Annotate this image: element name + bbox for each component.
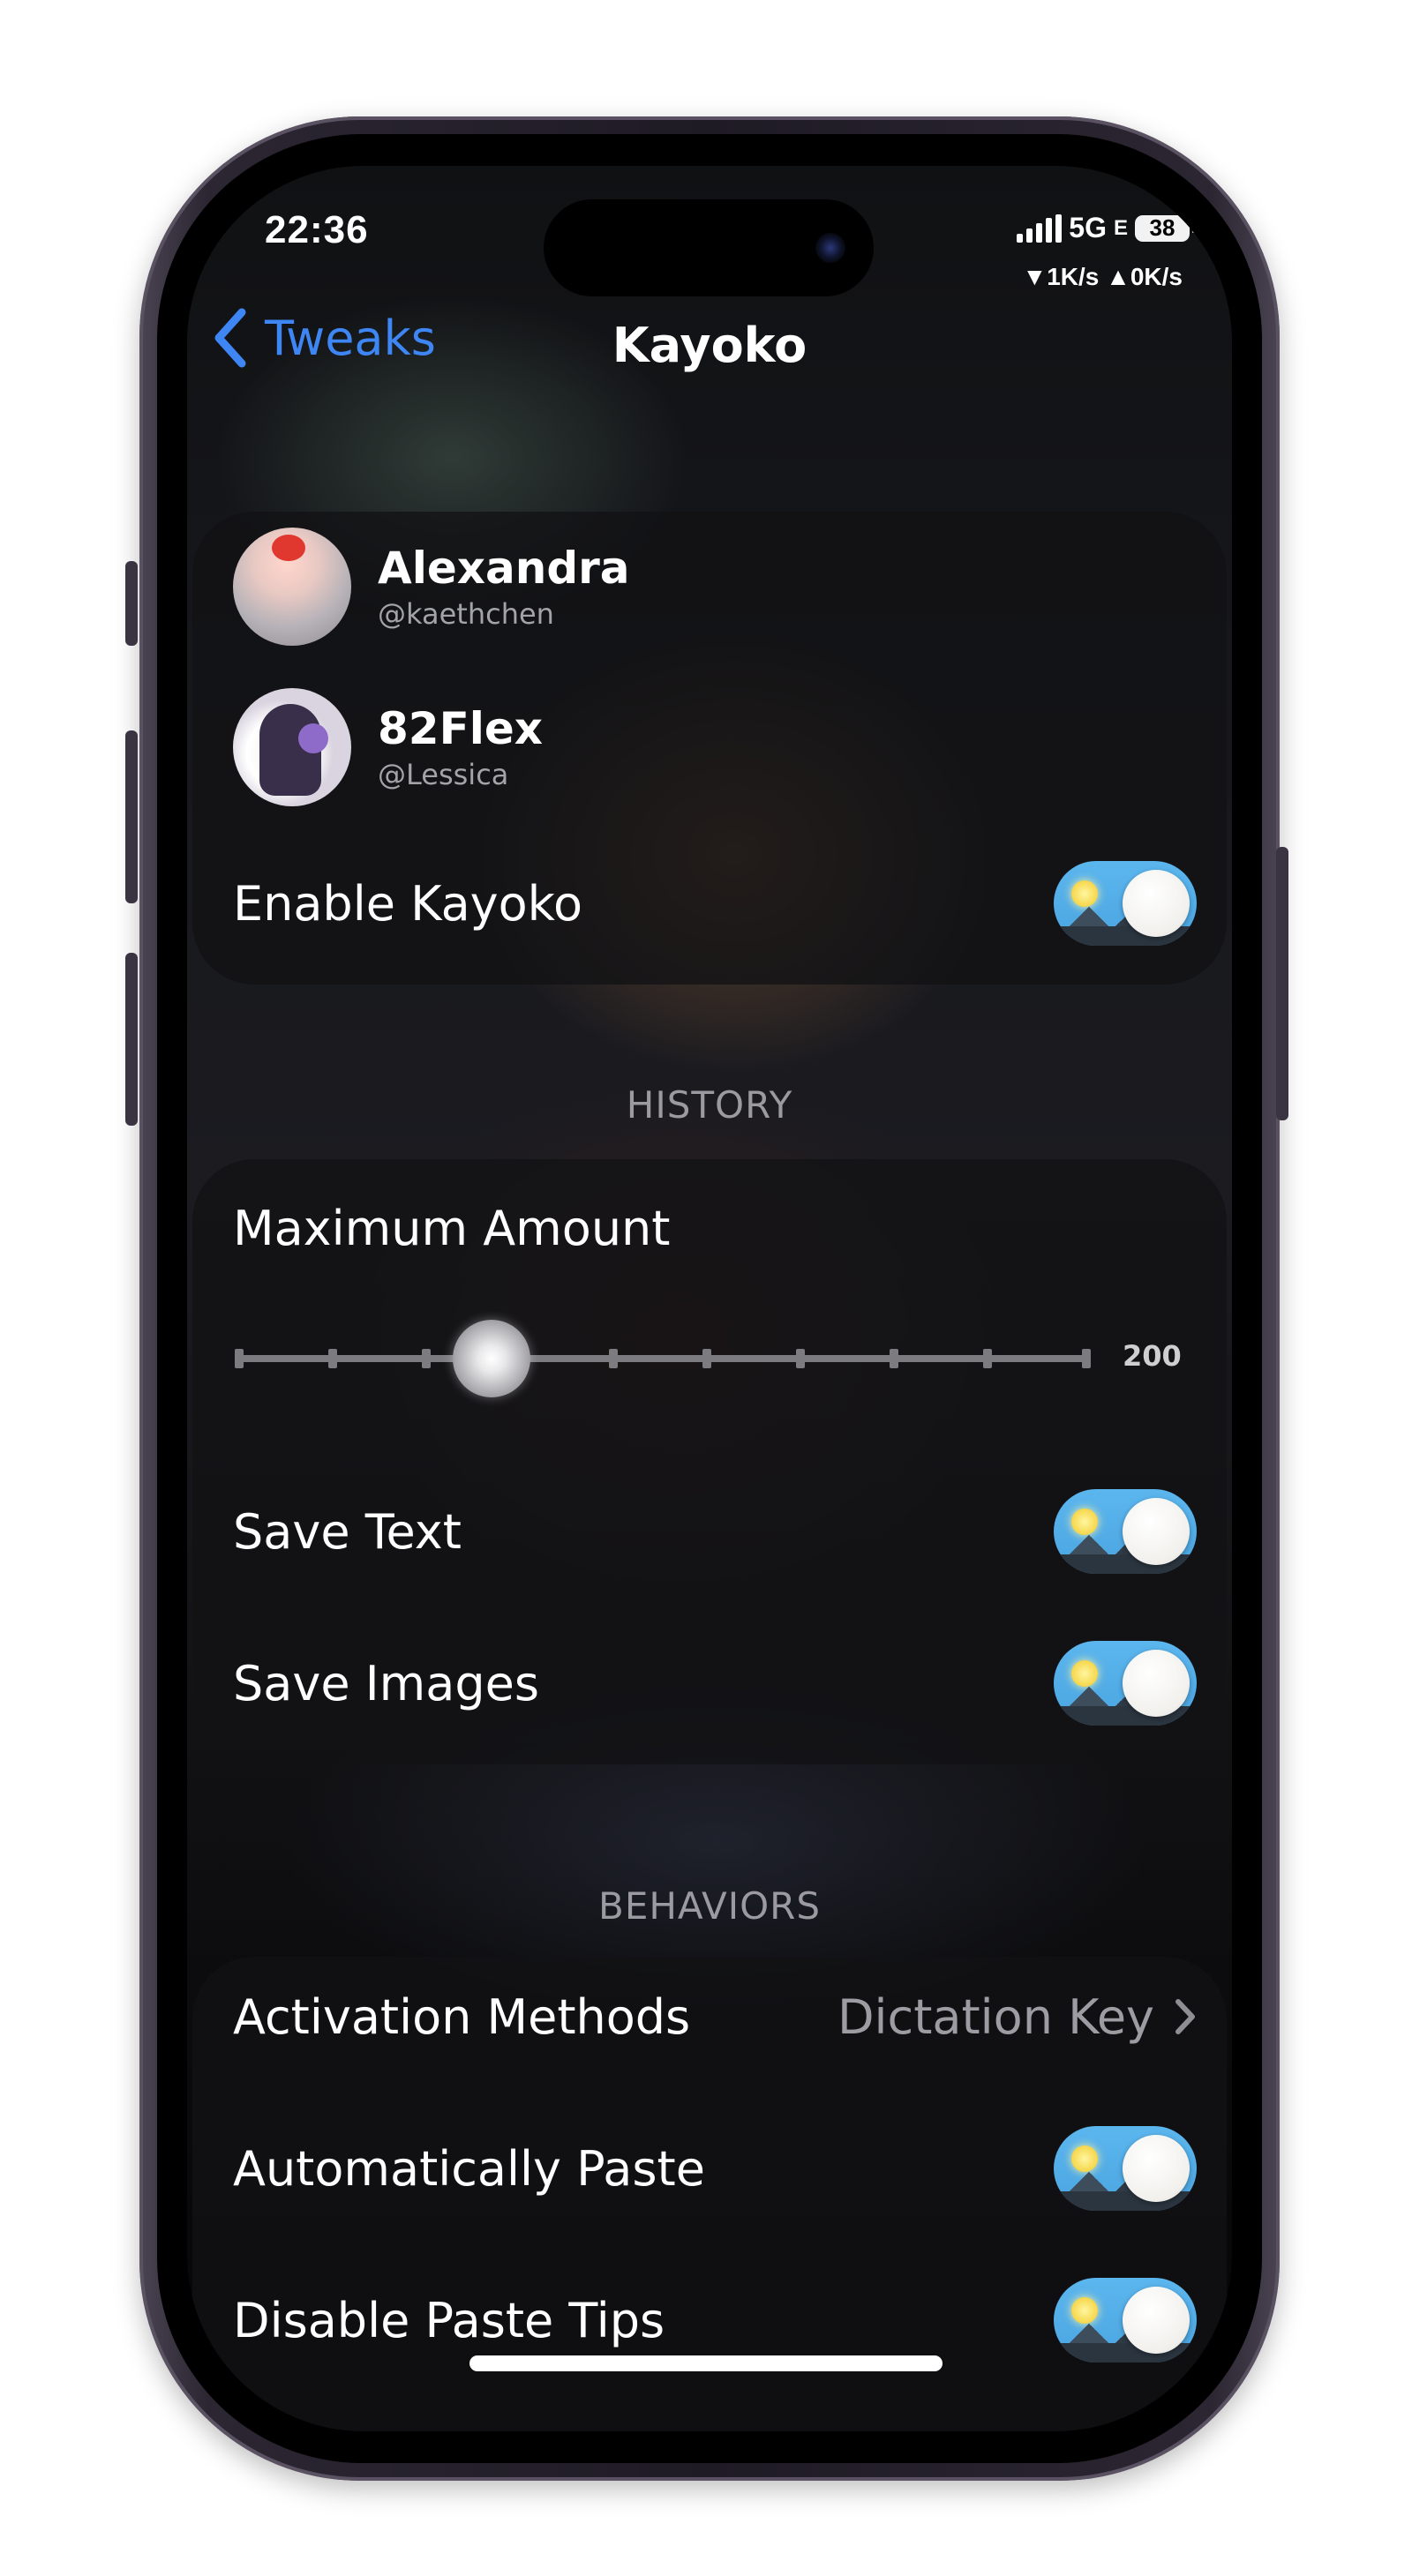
maximum-amount-row: Maximum Amount	[233, 1186, 1197, 1270]
enable-kayoko-toggle[interactable]	[1054, 861, 1197, 946]
disable-paste-tips-toggle[interactable]	[1054, 2278, 1197, 2363]
avatar	[233, 528, 351, 646]
toggle-knob	[1123, 1498, 1190, 1565]
activation-methods-label: Activation Methods	[233, 1988, 691, 2045]
activation-methods-row[interactable]: Activation Methods Dictation Key	[233, 1974, 1197, 2059]
chevron-right-icon	[1175, 1999, 1195, 2034]
automatically-paste-toggle[interactable]	[1054, 2126, 1197, 2211]
slider-tick	[983, 1349, 992, 1368]
disable-paste-tips-label: Disable Paste Tips	[233, 2292, 665, 2348]
network-type: 5G	[1069, 212, 1107, 243]
toggle-knob	[1123, 1650, 1190, 1717]
toggle-knob	[1123, 2135, 1190, 2202]
slider-value: 200.	[1123, 1339, 1184, 1373]
automatically-paste-label: Automatically Paste	[233, 2140, 705, 2197]
slider-tick	[890, 1349, 898, 1368]
save-images-row: Save Images	[233, 1641, 1197, 1726]
slider-tick	[702, 1349, 711, 1368]
credit-row-alexandra[interactable]: Alexandra @kaethchen	[233, 528, 630, 646]
slider-tick	[609, 1349, 618, 1368]
save-text-toggle[interactable]	[1054, 1489, 1197, 1574]
maximum-amount-label: Maximum Amount	[233, 1200, 671, 1256]
maximum-amount-slider[interactable]	[235, 1320, 1091, 1397]
save-images-toggle[interactable]	[1054, 1641, 1197, 1726]
activation-method-value: Dictation Key	[837, 1988, 1154, 2045]
save-images-label: Save Images	[233, 1655, 539, 1711]
history-header: HISTORY	[626, 1083, 793, 1127]
volume-down-button	[125, 953, 138, 1126]
slider-tick	[422, 1349, 431, 1368]
credit-handle: @Lessica	[378, 758, 509, 791]
power-button	[1276, 847, 1288, 1120]
network-speed: ▼1K/s ▲0K/s	[1022, 263, 1183, 290]
disable-paste-tips-row: Disable Paste Tips	[233, 2278, 1197, 2363]
enable-kayoko-row: Enable Kayoko	[233, 861, 1197, 946]
slider-tick	[796, 1349, 805, 1368]
network-suffix: E	[1113, 215, 1128, 240]
home-indicator[interactable]	[469, 2355, 943, 2371]
credit-row-82flex[interactable]: 82Flex @Lessica	[233, 688, 543, 806]
credit-handle: @kaethchen	[378, 597, 554, 631]
slider-tick	[235, 1349, 244, 1368]
enable-kayoko-label: Enable Kayoko	[233, 875, 583, 932]
toggle-knob	[1123, 870, 1190, 937]
screen: 22:36 5G E 38 ▼1K/s ▲0K/s Tweaks Kayoko …	[187, 166, 1232, 2431]
camera-icon	[815, 233, 845, 263]
signal-strength-icon	[1017, 213, 1063, 243]
status-time: 22:36	[265, 208, 369, 251]
save-text-row: Save Text	[233, 1489, 1197, 1574]
automatically-paste-row: Automatically Paste	[233, 2126, 1197, 2211]
dynamic-island	[544, 199, 874, 296]
page-title: Kayoko	[612, 318, 807, 373]
volume-up-button	[125, 730, 138, 903]
credit-name: 82Flex	[378, 703, 544, 754]
save-text-label: Save Text	[233, 1503, 462, 1560]
slider-tick	[328, 1349, 337, 1368]
slider-thumb[interactable]	[453, 1320, 530, 1397]
battery-level: 38	[1149, 214, 1175, 241]
slider-tick	[1082, 1349, 1091, 1368]
behaviors-header: BEHAVIORS	[598, 1884, 821, 1928]
status-indicators: 5G E 38	[1017, 212, 1196, 244]
credit-name: Alexandra	[378, 543, 630, 594]
battery-icon: 38	[1135, 214, 1196, 242]
action-button	[125, 561, 138, 646]
activation-methods-value: Dictation Key	[837, 1989, 1197, 2045]
toggle-knob	[1123, 2287, 1190, 2354]
avatar	[233, 688, 351, 806]
